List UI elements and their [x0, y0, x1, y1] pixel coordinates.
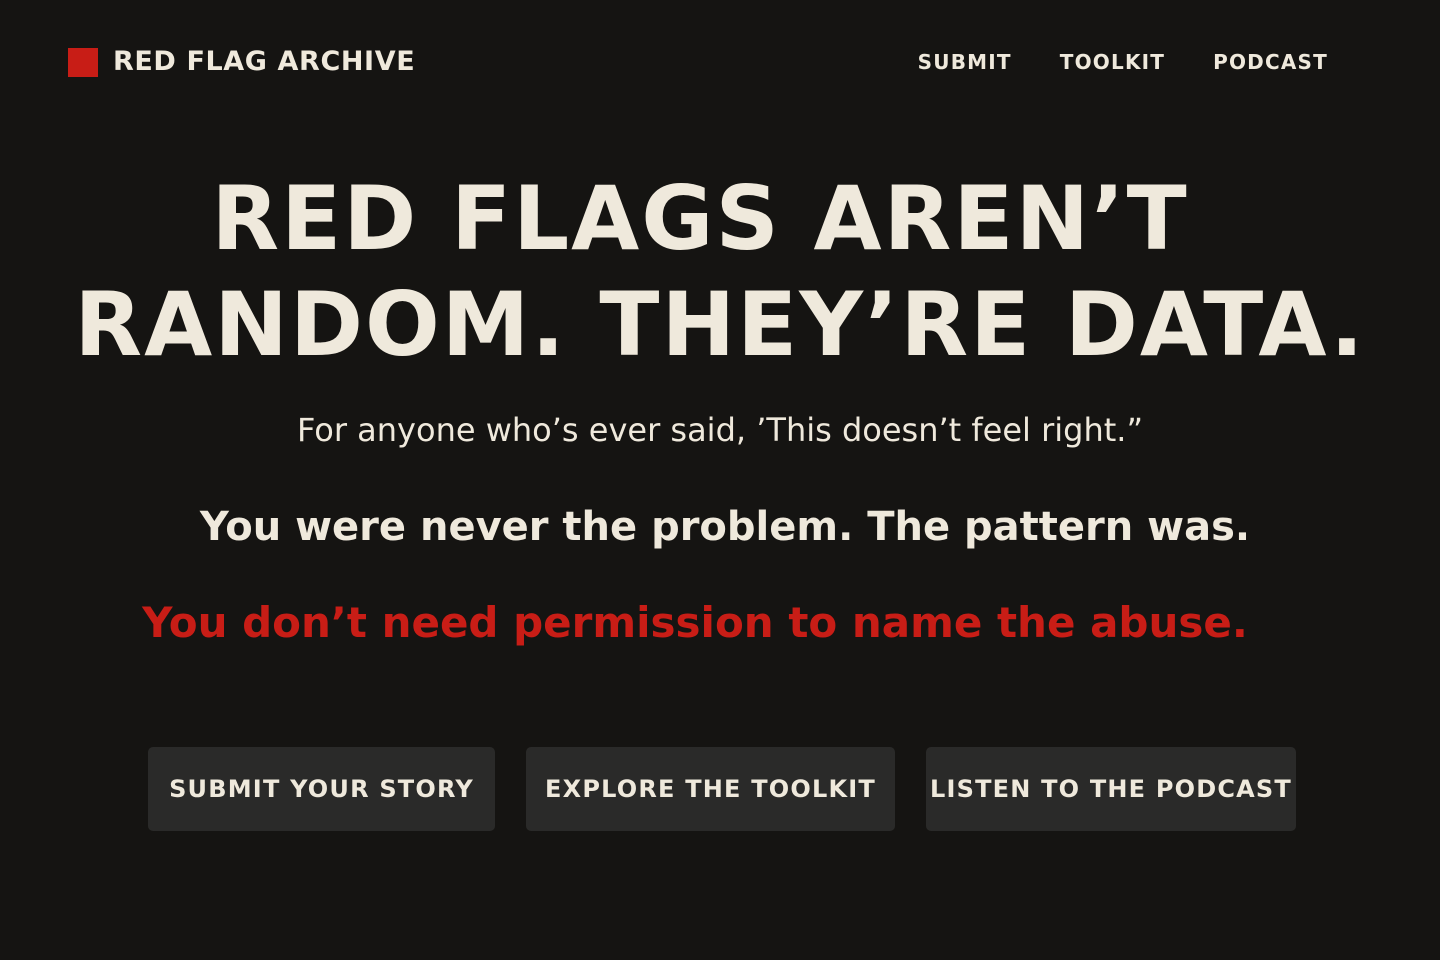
hero-headline-line2: RANDOM. THEY’RE DATA.	[74, 273, 1366, 376]
top-bar: RED FLAG ARCHIVE SUBMIT TOOLKIT PODCAST	[68, 40, 1328, 84]
listen-to-the-podcast-button[interactable]: LISTEN TO THE PODCAST	[926, 747, 1296, 831]
cta-button-row: SUBMIT YOUR STORY EXPLORE THE TOOLKIT LI…	[148, 747, 1298, 831]
hero-headline-line1: RED FLAGS AREN’T	[211, 167, 1189, 270]
nav-link-toolkit[interactable]: TOOLKIT	[1060, 50, 1165, 74]
brand-logo[interactable]: RED FLAG ARCHIVE	[68, 47, 415, 77]
brand-name: RED FLAG ARCHIVE	[113, 46, 416, 77]
submit-your-story-button[interactable]: SUBMIT YOUR STORY	[148, 747, 495, 831]
red-flag-square-icon	[68, 47, 98, 77]
nav-link-submit[interactable]: SUBMIT	[918, 50, 1012, 74]
hero-headline: RED FLAGS AREN’T RANDOM. THEY’RE DATA.	[0, 166, 1440, 378]
main-nav: SUBMIT TOOLKIT PODCAST	[918, 50, 1328, 74]
hero-permission-line: You don’t need permission to name the ab…	[142, 598, 1248, 647]
hero-pattern-line: You were never the problem. The pattern …	[199, 504, 1251, 550]
nav-link-podcast[interactable]: PODCAST	[1213, 50, 1328, 74]
hero-quote: For anyone who’s ever said, ’This doesn’…	[296, 411, 1144, 449]
explore-the-toolkit-button[interactable]: EXPLORE THE TOOLKIT	[526, 747, 895, 831]
